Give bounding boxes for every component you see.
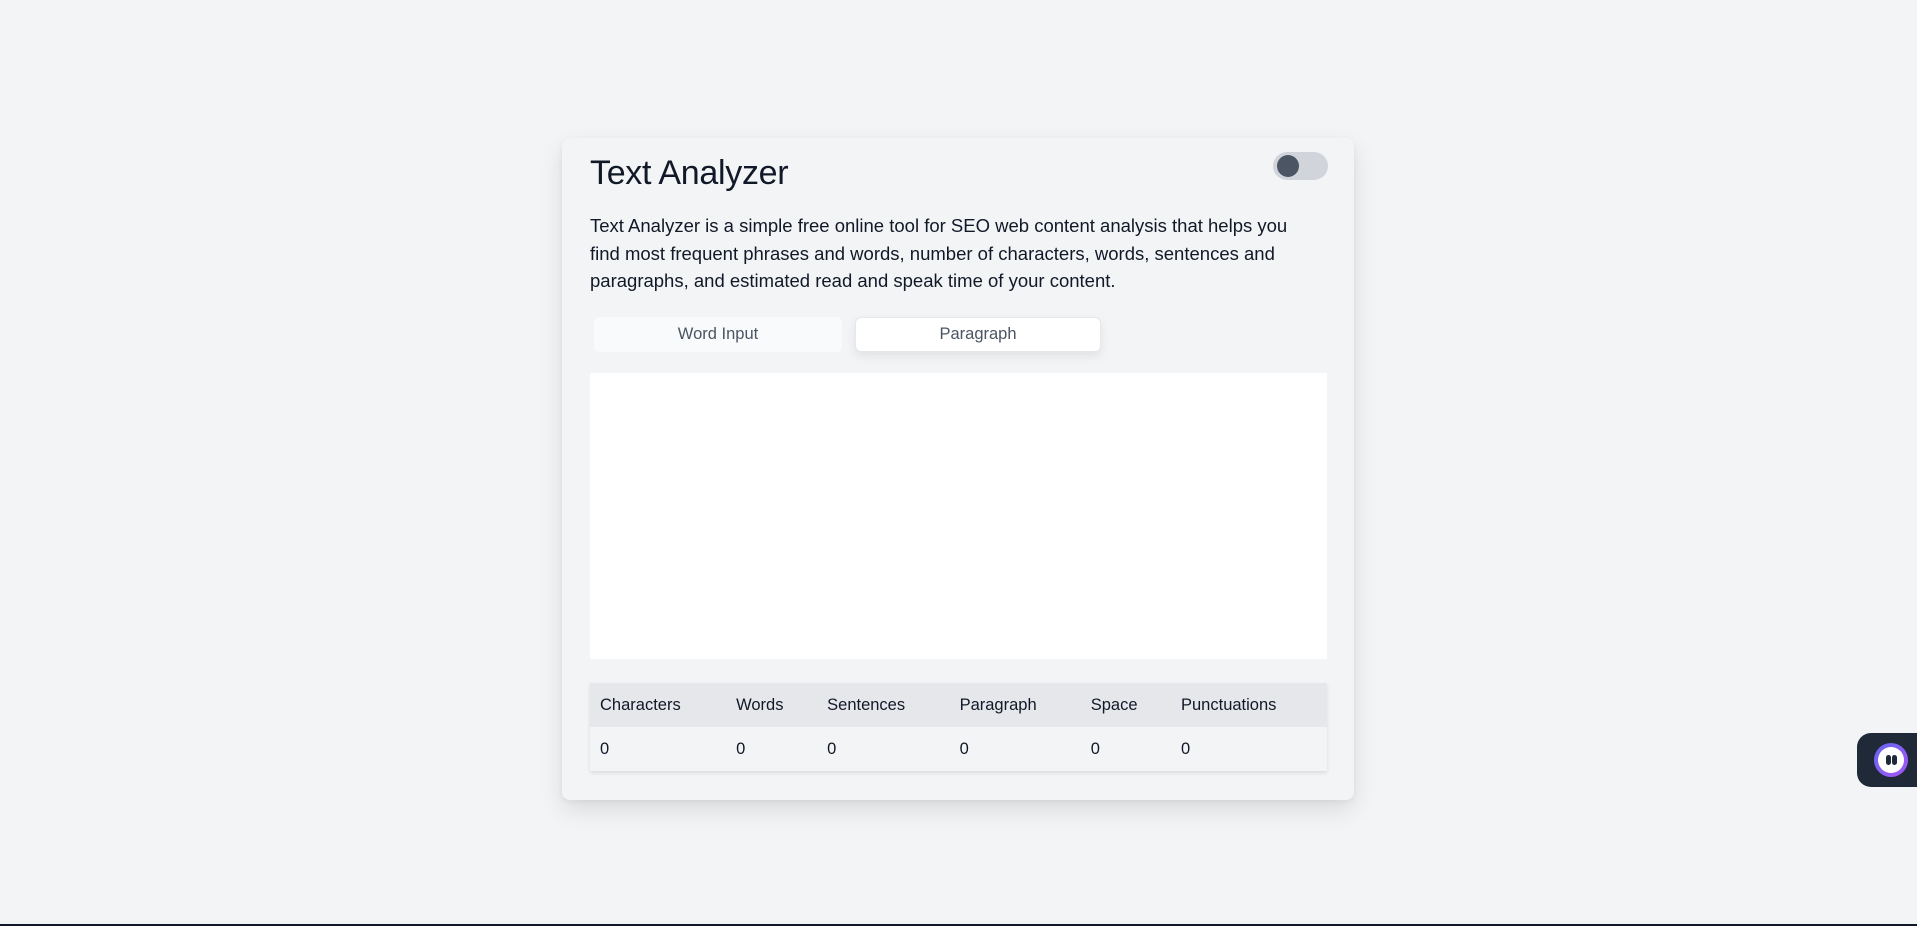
stats-header-characters: Characters [590, 683, 727, 727]
chat-bot-icon [1874, 743, 1908, 777]
chat-bot-eye-left [1886, 755, 1891, 765]
text-analyzer-card: Text Analyzer Text Analyzer is a simple … [562, 138, 1354, 800]
stats-value-paragraph: 0 [949, 727, 1081, 771]
stats-table: Characters Words Sentences Paragraph Spa… [590, 683, 1327, 771]
page-title: Text Analyzer [590, 154, 789, 192]
stats-value-words: 0 [726, 727, 818, 771]
stats-value-space: 0 [1080, 727, 1171, 771]
tab-paragraph[interactable]: Paragraph [855, 317, 1101, 352]
page: Text Analyzer Text Analyzer is a simple … [0, 0, 1917, 926]
stats-header-row: Characters Words Sentences Paragraph Spa… [590, 683, 1327, 727]
input-mode-tabs: Word Input Paragraph [594, 317, 1104, 353]
stats-value-row: 0 0 0 0 0 0 [590, 727, 1327, 771]
stats-header-space: Space [1080, 683, 1171, 727]
theme-toggle[interactable] [1273, 152, 1328, 180]
tab-word-input[interactable]: Word Input [594, 317, 842, 352]
stats-value-characters: 0 [590, 727, 727, 771]
toggle-knob [1277, 155, 1299, 177]
stats-header-paragraph: Paragraph [949, 683, 1081, 727]
stats-header-words: Words [726, 683, 818, 727]
chat-bot-eye-right [1892, 755, 1897, 765]
page-description: Text Analyzer is a simple free online to… [590, 215, 1288, 291]
stats-header-sentences: Sentences [817, 683, 950, 727]
chat-bot-face [1878, 747, 1904, 773]
stats-header-punctuations: Punctuations [1171, 683, 1327, 727]
stats-value-punctuations: 0 [1171, 727, 1327, 771]
chat-widget-button[interactable] [1857, 733, 1917, 787]
stats-value-sentences: 0 [817, 727, 950, 771]
text-input-area[interactable] [590, 373, 1327, 659]
